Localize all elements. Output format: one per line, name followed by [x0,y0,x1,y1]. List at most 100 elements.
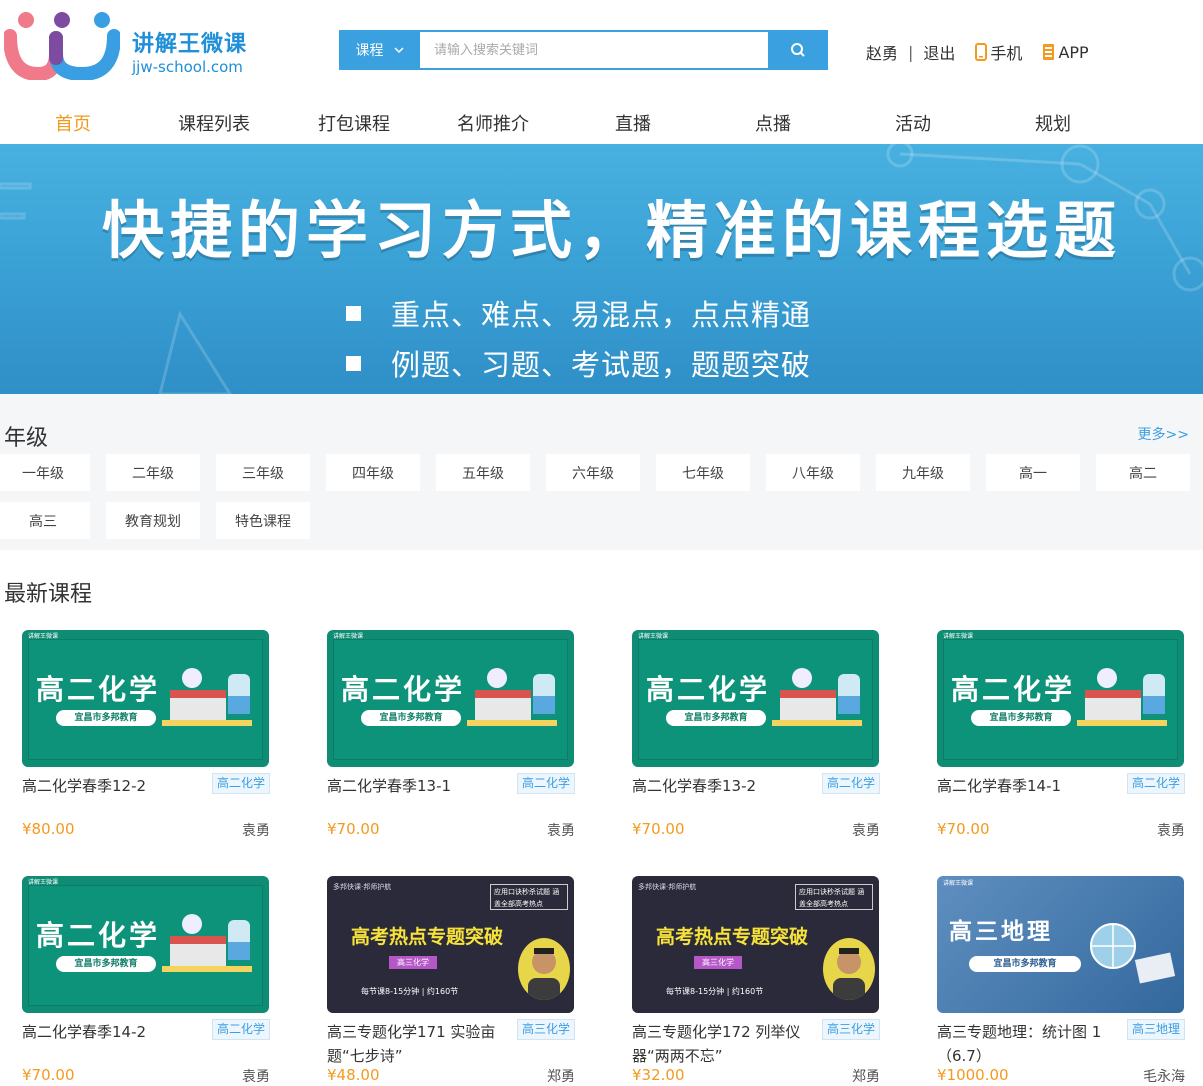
course-price: ¥80.00 [22,820,75,838]
course-teacher[interactable]: 袁勇 [1157,820,1185,840]
search-category-select[interactable]: 课程 [339,30,420,70]
logo-text-domain: jjw-school.com [132,58,243,76]
grade-item[interactable]: 高三 [0,502,90,539]
banner-line-2: 例题、习题、考试题，题题突破 [346,342,811,384]
thumb-title: 高二化学 [36,919,161,952]
mobile-link[interactable]: 手机 [975,40,1022,64]
course-card[interactable]: 讲解王微课 高二化学 宜昌市多邦教育 高二化学春季14-2 高二化学 ¥70.0… [22,876,270,1085]
thumb-brand: 讲解王微课 [28,633,59,640]
thumb-subtitle: 宜昌市多邦教育 [666,710,766,726]
banner-line-1: 重点、难点、易混点，点点精通 [346,292,811,334]
nav-item-home[interactable]: 首页 [55,110,91,136]
grade-item[interactable]: 特色课程 [216,502,310,539]
grade-item[interactable]: 高一 [986,454,1080,491]
nav-item-plan[interactable]: 规划 [1035,110,1071,136]
search-input[interactable] [420,32,768,68]
grade-item[interactable]: 二年级 [106,454,200,491]
course-teacher[interactable]: 袁勇 [242,1066,270,1086]
course-title[interactable]: 高二化学春季12-2 [22,774,200,798]
teacher-photo [823,938,875,1000]
course-thumbnail[interactable]: 讲解王微课 高二化学 宜昌市多邦教育 [22,876,269,1013]
header: 讲解王微课 jjw-school.com 课程 赵勇 | 退出 手机 APP [0,0,1203,100]
course-tag[interactable]: 高二化学 [516,773,575,794]
course-teacher[interactable]: 袁勇 [547,820,575,840]
course-price: ¥70.00 [937,820,990,838]
course-tag[interactable]: 高三地理 [1126,1019,1185,1040]
course-tag[interactable]: 高三化学 [516,1019,575,1040]
course-title[interactable]: 高三专题化学172 列举仪器“两两不忘” [632,1020,810,1068]
grade-item[interactable]: 六年级 [546,454,640,491]
grade-item[interactable]: 七年级 [656,454,750,491]
logout-link[interactable]: 退出 [923,40,955,64]
thumb-topline: 多邦快课·邦师护航 [638,883,697,891]
course-card[interactable]: 讲解王微课 高二化学 宜昌市多邦教育 高二化学春季12-2 高二化学 ¥80.0… [22,630,270,839]
lab-equipment-icon [162,668,252,726]
grade-item[interactable]: 高二 [1096,454,1190,491]
course-teacher[interactable]: 郑勇 [547,1066,575,1086]
course-thumbnail[interactable]: 讲解王微课 高二化学 宜昌市多邦教育 [632,630,879,767]
app-link[interactable]: APP [1042,43,1089,62]
course-teacher[interactable]: 袁勇 [242,820,270,840]
thumb-box: 应用口诀秒杀试题 涵盖全部高考热点 [490,884,568,910]
course-card[interactable]: 讲解王微课 高二化学 宜昌市多邦教育 高二化学春季14-1 高二化学 ¥70.0… [937,630,1185,839]
username-link[interactable]: 赵勇 [866,40,898,64]
course-card[interactable]: 讲解王微课 高二化学 宜昌市多邦教育 高二化学春季13-1 高二化学 ¥70.0… [327,630,575,839]
course-thumbnail[interactable]: 多邦快课·邦师护航 应用口诀秒杀试题 涵盖全部高考热点 高考热点专题突破 高三化… [327,876,574,1013]
nav-item-vod[interactable]: 点播 [755,110,791,136]
course-card[interactable]: 多邦快课·邦师护航 应用口诀秒杀试题 涵盖全部高考热点 高考热点专题突破 高三化… [327,876,575,1085]
course-teacher[interactable]: 郑勇 [852,1066,880,1086]
grade-section-title: 年级 [4,426,49,451]
thumb-bottom: 每节课8-15分钟 | 约160节 [666,987,764,996]
grade-item[interactable]: 九年级 [876,454,970,491]
course-price: ¥70.00 [632,820,685,838]
course-card[interactable]: 多邦快课·邦师护航 应用口诀秒杀试题 涵盖全部高考热点 高考热点专题突破 高三化… [632,876,880,1085]
grade-item[interactable]: 八年级 [766,454,860,491]
course-thumbnail[interactable]: 多邦快课·邦师护航 应用口诀秒杀试题 涵盖全部高考热点 高考热点专题突破 高三化… [632,876,879,1013]
main-nav: 首页 课程列表 打包课程 名师推介 直播 点播 活动 规划 [0,100,1203,144]
course-title[interactable]: 高二化学春季13-2 [632,774,810,798]
thumb-brand: 讲解王微课 [333,633,364,640]
thumb-subtitle: 高三化学 [389,956,437,969]
course-card[interactable]: 讲解王微课 高二化学 宜昌市多邦教育 高二化学春季13-2 高二化学 ¥70.0… [632,630,880,839]
course-tag[interactable]: 高二化学 [211,773,270,794]
site-logo[interactable]: 讲解王微课 jjw-school.com [4,8,264,80]
course-thumbnail[interactable]: 讲解王微课 高二化学 宜昌市多邦教育 [22,630,269,767]
grade-item[interactable]: 三年级 [216,454,310,491]
grade-more-link[interactable]: 更多>> [1138,424,1189,444]
thumb-subtitle: 高三化学 [694,956,742,969]
nav-item-live[interactable]: 直播 [615,110,651,136]
app-icon [1043,44,1055,60]
course-tag[interactable]: 高二化学 [1126,773,1185,794]
course-tag[interactable]: 高三化学 [821,1019,880,1040]
thumb-brand: 讲解王微课 [943,633,974,640]
course-title[interactable]: 高二化学春季14-1 [937,774,1115,798]
course-title[interactable]: 高二化学春季14-2 [22,1020,200,1044]
nav-item-course-list[interactable]: 课程列表 [178,110,250,136]
logo-mark-icon [4,12,120,80]
grade-item[interactable]: 四年级 [326,454,420,491]
course-teacher[interactable]: 毛永海 [1143,1066,1185,1086]
lab-equipment-icon [162,914,252,972]
grade-item[interactable]: 教育规划 [106,502,200,539]
course-thumbnail[interactable]: 讲解王微课 高二化学 宜昌市多邦教育 [937,630,1184,767]
nav-item-teachers[interactable]: 名师推介 [457,110,529,136]
nav-item-bundle[interactable]: 打包课程 [318,110,390,136]
course-title[interactable]: 高二化学春季13-1 [327,774,505,798]
course-title[interactable]: 高三专题化学171 实验亩题“七步诗” [327,1020,505,1068]
banner-title: 快捷的学习方式，精准的课程选题 [101,194,1122,267]
nav-item-activity[interactable]: 活动 [895,110,931,136]
course-tag[interactable]: 高二化学 [821,773,880,794]
course-thumbnail[interactable]: 讲解王微课 高二化学 宜昌市多邦教育 [327,630,574,767]
search-button[interactable] [768,30,828,70]
course-card[interactable]: 讲解王微课 高三地理 宜昌市多邦教育 高三专题地理：统计图 1（6.7） 高三地… [937,876,1185,1085]
hero-banner[interactable]: 快捷的学习方式，精准的课程选题 重点、难点、易混点，点点精通 例题、习题、考试题… [0,144,1203,394]
course-thumbnail[interactable]: 讲解王微课 高三地理 宜昌市多邦教育 [937,876,1184,1013]
course-title[interactable]: 高三专题地理：统计图 1（6.7） [937,1020,1115,1068]
user-area: 赵勇 | 退出 手机 APP [866,40,1089,64]
course-teacher[interactable]: 袁勇 [852,820,880,840]
grade-item[interactable]: 五年级 [436,454,530,491]
course-tag[interactable]: 高二化学 [211,1019,270,1040]
thumb-brand: 讲解王微课 [943,880,974,887]
grade-item[interactable]: 一年级 [0,454,90,491]
bullet-square-icon [346,305,361,321]
